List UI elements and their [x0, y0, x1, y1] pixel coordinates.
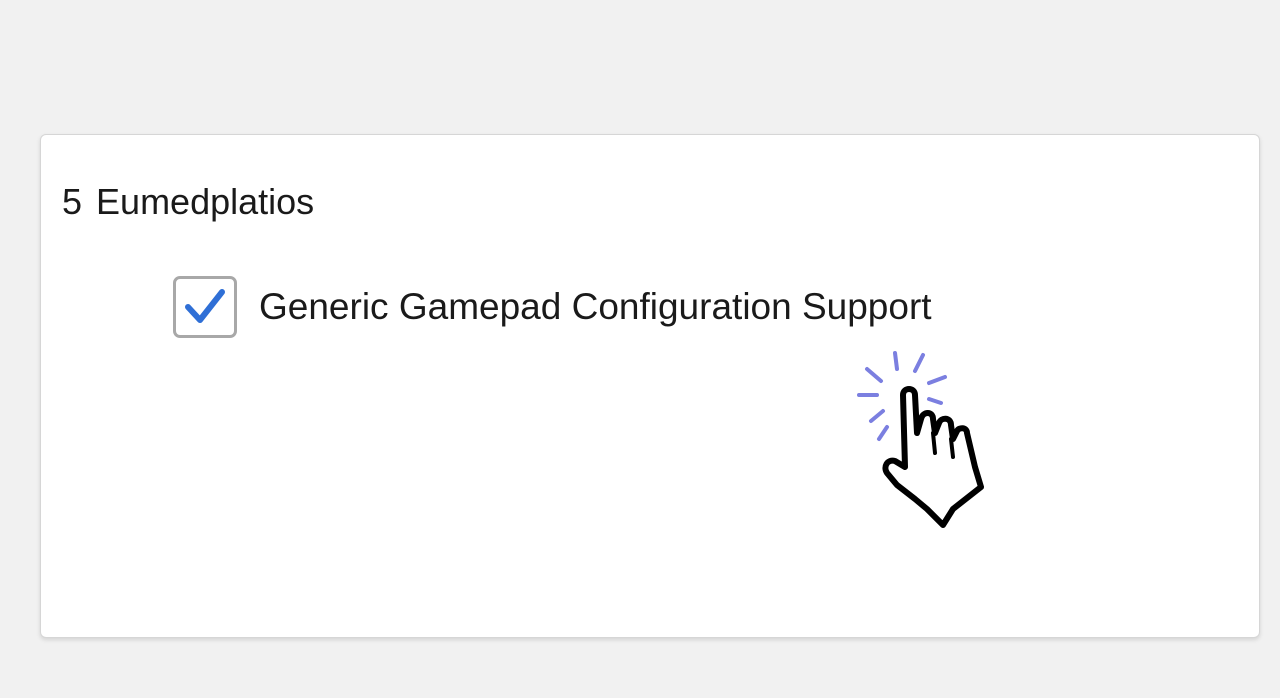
gamepad-config-option[interactable]: Generic Gamepad Configuration Support — [173, 276, 932, 338]
gamepad-config-checkbox[interactable] — [173, 276, 237, 338]
section-heading: 5 Eumedplatios — [62, 181, 314, 223]
hand-pointer-icon — [857, 351, 984, 528]
checkmark-icon — [185, 289, 225, 323]
gamepad-config-label: Generic Gamepad Configuration Support — [259, 286, 932, 327]
section-number: 5 — [62, 181, 83, 222]
section-title: Eumedplatios — [96, 181, 315, 222]
settings-panel: 5 Eumedplatios Generic Gamepad Configurat… — [40, 134, 1260, 638]
